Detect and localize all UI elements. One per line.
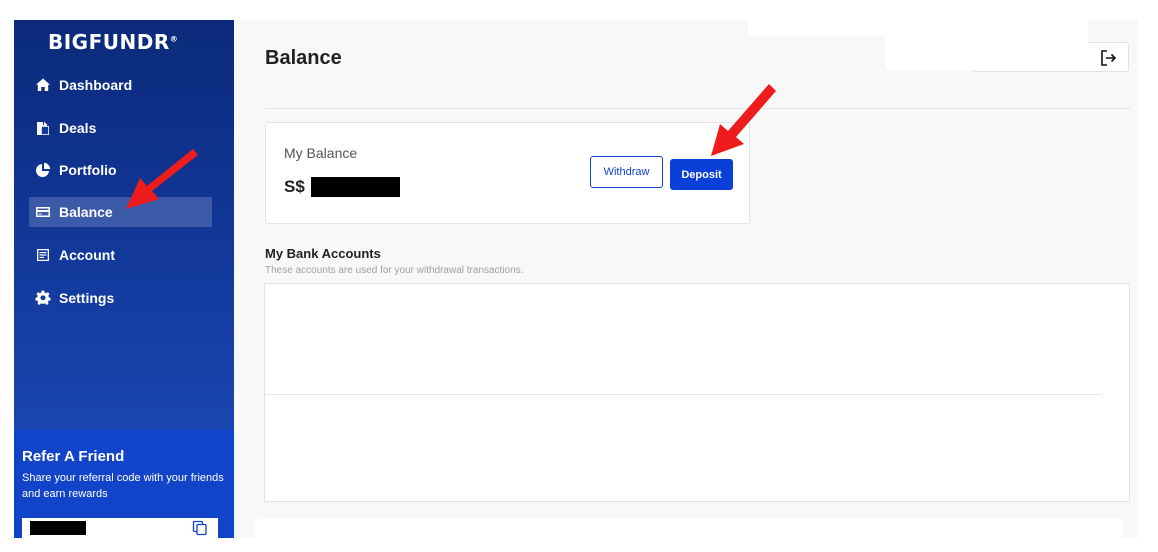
refer-a-friend-panel: Refer A Friend Share your referral code … — [14, 430, 234, 538]
bank-accounts-title: My Bank Accounts — [265, 246, 381, 261]
sidebar-item-label: Settings — [59, 290, 115, 306]
logout-icon — [1101, 50, 1117, 66]
sidebar-item-label: Balance — [59, 204, 113, 220]
refer-description: Share your referral code with your frien… — [22, 472, 224, 500]
home-icon — [36, 78, 50, 91]
logo[interactable]: BIGFUNDR® — [48, 30, 178, 54]
bank-accounts-subtitle: These accounts are used for your withdra… — [265, 265, 524, 276]
referral-code-redacted — [30, 521, 86, 535]
credit-card-icon — [36, 207, 50, 217]
logo-text: BIGFUNDR — [48, 30, 170, 54]
refer-title: Refer A Friend — [22, 448, 125, 465]
pie-chart-icon — [36, 162, 51, 177]
bank-accounts-divider — [265, 394, 1101, 395]
main-content: Balance My Balance S$ Withdraw Deposit M… — [234, 10, 1138, 538]
sidebar-item-dashboard[interactable]: Dashboard — [29, 70, 212, 100]
balance-amount-redacted — [311, 177, 400, 197]
annotation-arrow-balance — [126, 149, 198, 209]
sidebar-item-account[interactable]: Account — [29, 240, 212, 270]
balance-label: My Balance — [284, 145, 358, 161]
balance-currency: S$ — [284, 177, 305, 196]
logo-mark: ® — [169, 34, 179, 44]
bank-accounts-list — [264, 283, 1130, 502]
annotation-arrow-deposit — [711, 84, 776, 156]
redacted-region — [885, 14, 1088, 70]
id-card-icon — [37, 249, 49, 261]
referral-code-field[interactable] — [22, 518, 218, 538]
sidebar-item-label: Deals — [59, 120, 97, 136]
page-title: Balance — [265, 47, 342, 69]
gear-icon — [35, 290, 51, 305]
footer-panel — [254, 519, 1123, 538]
sidebar-item-label: Portfolio — [59, 162, 117, 178]
withdraw-button[interactable]: Withdraw — [590, 156, 663, 188]
header-divider — [265, 108, 1130, 109]
copy-icon[interactable] — [192, 520, 208, 536]
deposit-button[interactable]: Deposit — [670, 159, 733, 190]
sidebar-item-settings[interactable]: Settings — [29, 283, 212, 313]
sidebar-item-deals[interactable]: Deals — [29, 113, 212, 143]
sidebar: BIGFUNDR® Dashboard Deals Portfolio Bala… — [14, 20, 234, 538]
sidebar-item-label: Dashboard — [59, 77, 133, 93]
balance-card: My Balance S$ Withdraw Deposit — [265, 122, 750, 224]
sidebar-item-label: Account — [59, 247, 115, 263]
documents-icon — [37, 121, 49, 135]
